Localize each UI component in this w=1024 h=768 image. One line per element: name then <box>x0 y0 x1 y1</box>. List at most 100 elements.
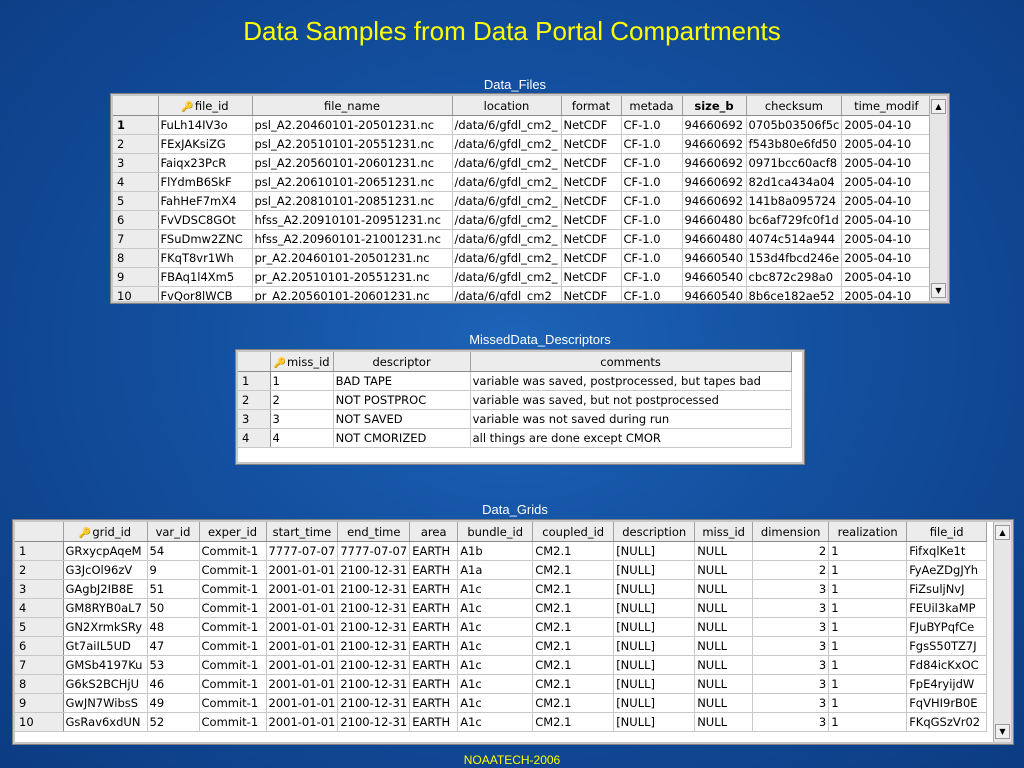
table-cell[interactable]: FvVDSC8GOt <box>158 210 253 230</box>
table-cell[interactable]: variable was saved, but not postprocesse… <box>470 390 792 410</box>
table-cell[interactable]: psl_A2.20510101-20551231.nc <box>252 134 453 154</box>
table-cell[interactable]: 7777-07-07 <box>337 541 411 561</box>
table-cell[interactable]: EARTH <box>409 636 459 656</box>
table-cell[interactable]: A1c <box>457 598 534 618</box>
table-row[interactable]: 1 1 BAD TAPE variable was saved, postproces… <box>238 371 792 391</box>
table-row[interactable]: 3 Faiqx23PcR psl_A2.20560101-20601231.nc/d… <box>113 153 932 173</box>
column-header-comments[interactable]: comments <box>470 352 792 372</box>
table-cell[interactable]: 2005-04-10 <box>841 134 932 154</box>
row-header-cell[interactable]: 8 <box>15 674 64 694</box>
table-cell[interactable]: GN2XrmkSRy <box>63 617 148 637</box>
table-cell[interactable]: 2001-01-01 <box>266 560 339 580</box>
row-header-cell[interactable]: 3 <box>113 153 159 173</box>
table-cell[interactable]: CF-1.0 <box>621 134 683 154</box>
table-row[interactable]: 2 FExJAKsiZG psl_A2.20510101-20551231.nc/d… <box>113 134 932 154</box>
table-row[interactable]: 6 FvVDSC8GOt hfss_A2.20910101-20951231.nc /… <box>113 210 932 230</box>
table-cell[interactable]: Fd84icKxOC <box>906 655 988 675</box>
table-cell[interactable]: FpE4ryijdW <box>906 674 988 694</box>
table-row[interactable]: 3 3 NOT SAVED variable was not saved during… <box>238 409 792 429</box>
table-cell[interactable]: FJuBYPqfCe <box>906 617 988 637</box>
column-header-bundle-id[interactable]: bundle_id <box>457 522 534 542</box>
table-row[interactable]: 7 GMSb4197Ku 53 Commit-1 2001-01-01 2100-12-3… <box>15 655 988 675</box>
table-row[interactable]: 4 4 NOT CMORIZED all things are done except… <box>238 428 792 448</box>
table-cell[interactable]: [NULL] <box>613 598 696 618</box>
table-cell[interactable]: A1c <box>457 636 534 656</box>
table-cell[interactable]: A1c <box>457 579 534 599</box>
table-cell[interactable]: 54 <box>147 541 200 561</box>
table-cell[interactable]: NULL <box>694 693 754 713</box>
table-cell[interactable]: 2001-01-01 <box>266 598 339 618</box>
table-cell[interactable]: NOT CMORIZED <box>333 428 471 448</box>
column-header-format[interactable]: format <box>561 96 622 116</box>
table-cell[interactable]: psl_A2.20810101-20851231.nc <box>252 191 453 211</box>
table-row[interactable]: 9 FBAq1l4Xm5 pr_A2.20510101-20551231.nc/da… <box>113 267 932 287</box>
table-cell[interactable]: A1c <box>457 617 534 637</box>
table-cell[interactable]: /data/6/gfdl_cm2_ <box>452 191 562 211</box>
column-header-time-modif[interactable]: time_modif <box>841 96 932 116</box>
column-header-metada[interactable]: metada <box>621 96 683 116</box>
table-cell[interactable]: NULL <box>694 579 754 599</box>
table-cell[interactable]: NetCDF <box>561 115 622 135</box>
table-cell[interactable]: 3 <box>752 598 830 618</box>
table-cell[interactable]: 47 <box>147 636 200 656</box>
table-cell[interactable]: 2100-12-31 <box>337 617 411 637</box>
table-cell[interactable]: 53 <box>147 655 200 675</box>
scroll-down-arrow-icon[interactable]: ▼ <box>931 283 946 298</box>
table-row[interactable]: 5 FahHeF7mX4 psl_A2.20810101-20851231.nc/d… <box>113 191 932 211</box>
table-cell[interactable]: A1a <box>457 560 534 580</box>
table-cell[interactable]: A1c <box>457 693 534 713</box>
table-cell[interactable]: NULL <box>694 617 754 637</box>
table-cell[interactable]: 2100-12-31 <box>337 712 411 732</box>
table-cell[interactable]: FqVHI9rB0E <box>906 693 988 713</box>
table-cell[interactable]: 94660480 <box>682 210 747 230</box>
table-cell[interactable]: [NULL] <box>613 617 696 637</box>
table-cell[interactable]: Commit-1 <box>199 598 267 618</box>
table-cell[interactable]: 3 <box>752 674 830 694</box>
row-header-cell[interactable]: 5 <box>15 617 64 637</box>
table-cell[interactable]: 4074c514a944 <box>746 229 843 249</box>
table-cell[interactable]: EARTH <box>409 617 459 637</box>
table-row[interactable]: 7 FSuDmw2ZNC hfss_A2.20960101-21001231.nc /… <box>113 229 932 249</box>
row-header-cell[interactable]: 9 <box>113 267 159 287</box>
table-cell[interactable]: /data/6/gfdl_cm2_ <box>452 267 562 287</box>
table-cell[interactable]: f543b80e6fd50 <box>746 134 843 154</box>
table-cell[interactable]: CF-1.0 <box>621 286 683 301</box>
table-cell[interactable]: 7777-07-07 <box>266 541 339 561</box>
table-cell[interactable]: EARTH <box>409 598 459 618</box>
table-cell[interactable]: /data/6/gfdl_cm2_ <box>452 153 562 173</box>
table-cell[interactable]: 3 <box>270 409 334 429</box>
table-cell[interactable]: 2005-04-10 <box>841 210 932 230</box>
data-files-grid[interactable]: 🔑file_id file_name location format metada siz… <box>111 94 949 303</box>
row-header-cell[interactable]: 1 <box>15 541 64 561</box>
table-row[interactable]: 3 GAgbJ2IB8E 51 Commit-1 2001-01-01 2100-12-3… <box>15 579 988 599</box>
table-cell[interactable]: NetCDF <box>561 172 622 192</box>
table-cell[interactable]: 3 <box>752 712 830 732</box>
row-header-cell[interactable]: 6 <box>15 636 64 656</box>
table-cell[interactable]: 2005-04-10 <box>841 191 932 211</box>
table-cell[interactable]: 52 <box>147 712 200 732</box>
table-cell[interactable]: /data/6/gfdl_cm2_ <box>452 229 562 249</box>
table-cell[interactable]: 94660480 <box>682 229 747 249</box>
table-cell[interactable]: 94660692 <box>682 172 747 192</box>
table-cell[interactable]: 2005-04-10 <box>841 153 932 173</box>
table-cell[interactable]: A1c <box>457 655 534 675</box>
table-cell[interactable]: GwJN7WibsS <box>63 693 148 713</box>
table-cell[interactable]: 2001-01-01 <box>266 693 339 713</box>
table-cell[interactable]: FlYdmB6SkF <box>158 172 253 192</box>
table-row[interactable]: 9 GwJN7WibsS 49 Commit-1 2001-01-01 2100-12-3… <box>15 693 988 713</box>
table-cell[interactable]: CF-1.0 <box>621 153 683 173</box>
table-cell[interactable]: 1 <box>828 617 908 637</box>
table-cell[interactable]: pr_A2.20510101-20551231.nc <box>252 267 453 287</box>
table-cell[interactable]: EARTH <box>409 712 459 732</box>
table-cell[interactable]: 2001-01-01 <box>266 617 339 637</box>
table-cell[interactable]: 1 <box>828 674 908 694</box>
table-cell[interactable]: Commit-1 <box>199 693 267 713</box>
table-cell[interactable]: EARTH <box>409 541 459 561</box>
table-cell[interactable]: /data/6/gfdl_cm2_ <box>452 134 562 154</box>
table-cell[interactable]: 0705b03506f5c <box>746 115 843 135</box>
table-cell[interactable]: 3 <box>752 617 830 637</box>
table-cell[interactable]: 3 <box>752 636 830 656</box>
table-cell[interactable]: psl_A2.20560101-20601231.nc <box>252 153 453 173</box>
table-cell[interactable]: 94660692 <box>682 191 747 211</box>
table-cell[interactable]: 94660540 <box>682 267 747 287</box>
